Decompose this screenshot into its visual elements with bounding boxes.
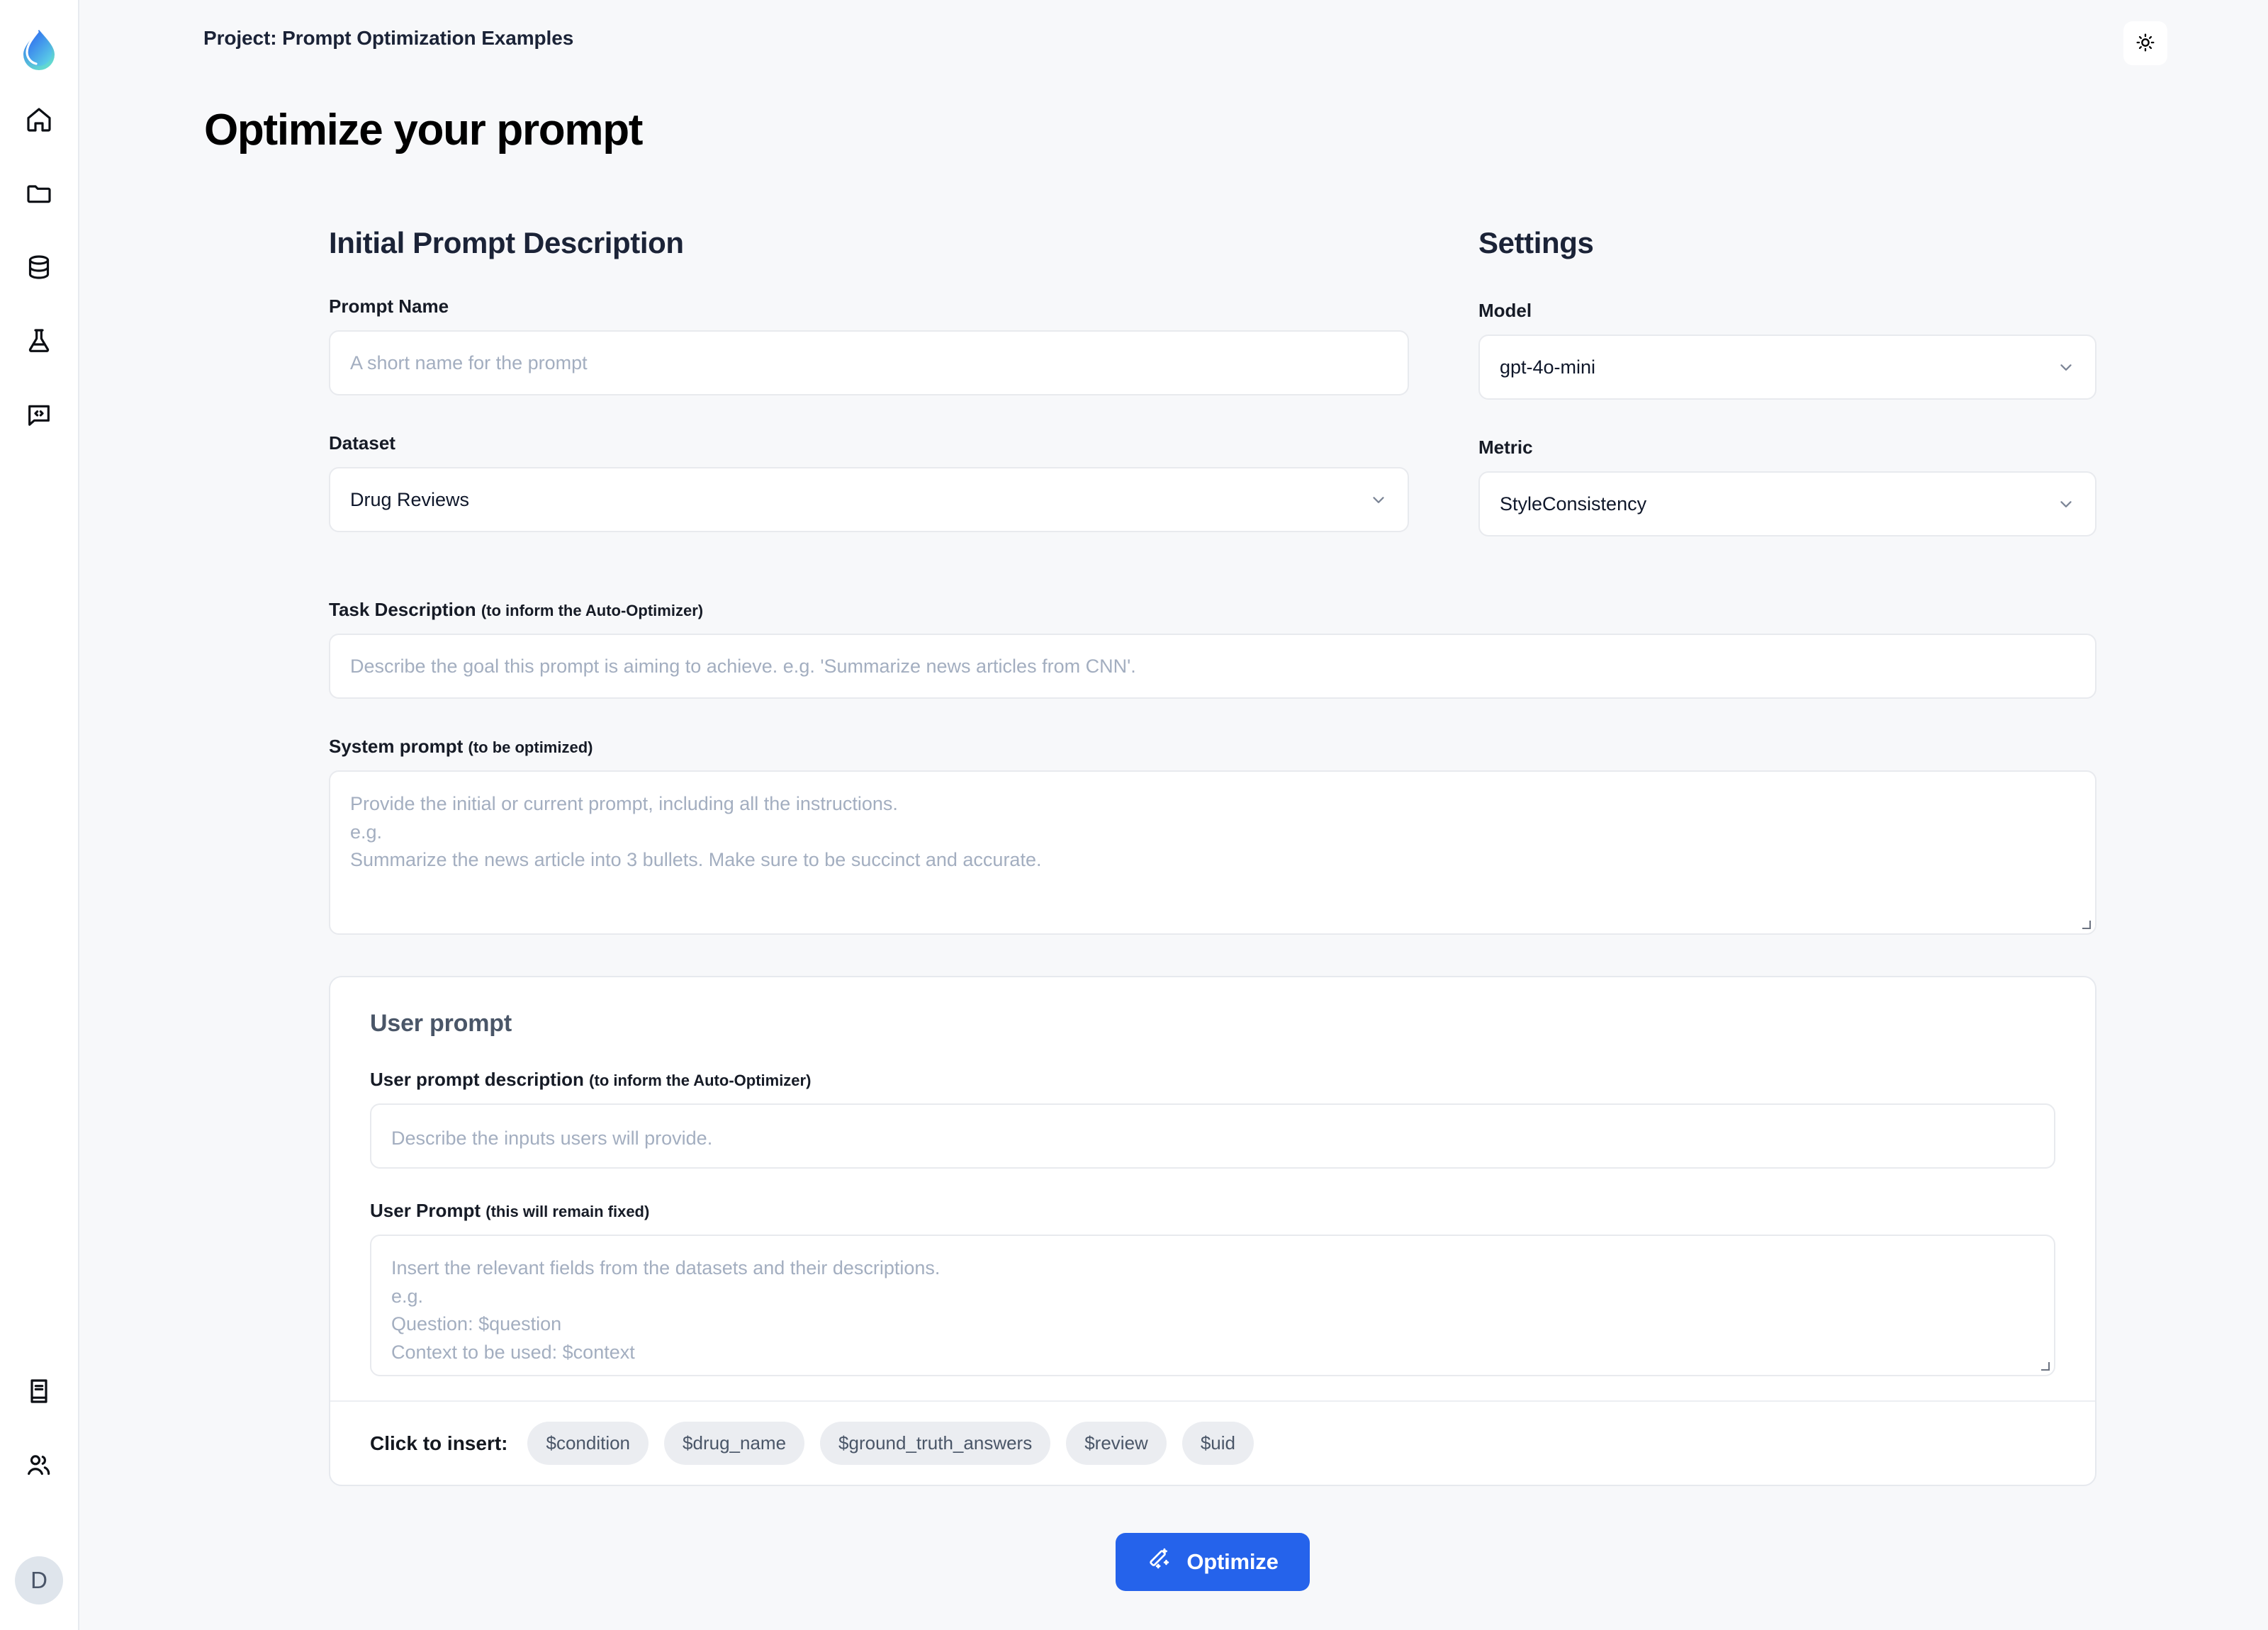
insert-chip-review[interactable]: $review — [1066, 1422, 1167, 1465]
sidebar-item-home[interactable] — [20, 101, 58, 139]
task-description-label-text: Task Description — [329, 599, 476, 620]
theme-toggle-button[interactable] — [2123, 21, 2167, 65]
sidebar-item-docs[interactable] — [20, 1372, 58, 1410]
settings-column: Settings Model gpt-4o-mini Metric StyleC… — [1478, 226, 2096, 536]
metric-label: Metric — [1478, 437, 1533, 458]
page-title: Optimize your prompt — [204, 106, 643, 154]
page-breadcrumb-project: Project: Prompt Optimization Examples — [203, 27, 574, 49]
resize-handle-icon[interactable] — [2040, 1361, 2050, 1371]
user-prompt-field: User Prompt (this will remain fixed) Ins… — [370, 1200, 2055, 1376]
chevron-down-icon — [2057, 358, 2075, 376]
app-root: D Project: Prompt Optimization Examples … — [0, 0, 2268, 1630]
topbar: Project: Prompt Optimization Examples — [79, 0, 2268, 65]
sidebar-item-team[interactable] — [20, 1446, 58, 1484]
sidebar-item-prompts[interactable] — [20, 395, 58, 434]
user-prompt-description-label: User prompt description (to inform the A… — [370, 1069, 2055, 1091]
insert-chip-uid[interactable]: $uid — [1181, 1422, 1254, 1465]
chevron-down-icon — [1369, 490, 1388, 509]
main-content: Project: Prompt Optimization Examples Op… — [79, 0, 2268, 1630]
sidebar-nav-bottom: D — [15, 1372, 63, 1604]
user-prompt-description-input[interactable]: Describe the inputs users will provide. — [370, 1103, 2055, 1169]
prompt-name-field: Prompt Name A short name for the prompt — [329, 296, 1409, 395]
user-prompt-card-title: User prompt — [370, 1010, 512, 1037]
dataset-value: Drug Reviews — [350, 488, 470, 510]
user-prompt-description-label-text: User prompt description — [370, 1069, 584, 1090]
initial-prompt-section-title: Initial Prompt Description — [329, 226, 684, 259]
system-prompt-label-hint: (to be optimized) — [468, 738, 593, 756]
sidebar-nav-top — [20, 101, 58, 434]
user-prompt-label-text: User Prompt — [370, 1200, 481, 1221]
dataset-field: Dataset Drug Reviews — [329, 432, 1409, 532]
sidebar-item-datasets[interactable] — [20, 248, 58, 286]
system-prompt-label: System prompt (to be optimized) — [329, 736, 2096, 758]
metric-value: StyleConsistency — [1500, 493, 1647, 515]
insert-variables-bar: Click to insert: $condition $drug_name $… — [330, 1400, 2095, 1485]
dataset-select[interactable]: Drug Reviews — [329, 467, 1409, 532]
insert-chip-drug-name[interactable]: $drug_name — [664, 1422, 805, 1465]
model-value: gpt-4o-mini — [1500, 356, 1596, 378]
insert-variables-label: Click to insert: — [370, 1432, 508, 1454]
prompt-name-label: Prompt Name — [329, 296, 449, 317]
initial-prompt-column: Initial Prompt Description Prompt Name A… — [329, 226, 1409, 532]
task-description-input[interactable]: Describe the goal this prompt is aiming … — [329, 634, 2096, 699]
prompt-code-icon — [25, 400, 53, 429]
droplet-logo[interactable] — [16, 26, 62, 71]
user-prompt-description-label-hint: (to inform the Auto-Optimizer) — [589, 1072, 812, 1089]
settings-section-title: Settings — [1478, 226, 1594, 259]
system-prompt-placeholder: Provide the initial or current prompt, i… — [350, 793, 1042, 871]
form-content: Initial Prompt Description Prompt Name A… — [329, 155, 2096, 1630]
magic-wand-icon — [1147, 1547, 1171, 1577]
sidebar-item-experiments[interactable] — [20, 322, 58, 360]
user-prompt-label: User Prompt (this will remain fixed) — [370, 1200, 2055, 1222]
model-select[interactable]: gpt-4o-mini — [1478, 335, 2096, 400]
insert-chip-ground-truth-answers[interactable]: $ground_truth_answers — [820, 1422, 1051, 1465]
resize-handle-icon[interactable] — [2081, 920, 2091, 930]
user-prompt-card: User prompt User prompt description (to … — [329, 976, 2096, 1486]
chevron-down-icon — [2057, 495, 2075, 513]
dataset-label: Dataset — [329, 432, 395, 454]
user-prompt-placeholder: Insert the relevant fields from the data… — [391, 1257, 941, 1364]
user-prompt-card-body: User prompt description (to inform the A… — [350, 1069, 2075, 1376]
user-prompt-textarea[interactable]: Insert the relevant fields from the data… — [370, 1235, 2055, 1376]
database-icon — [25, 253, 53, 281]
folder-icon — [25, 179, 53, 208]
model-field: Model gpt-4o-mini — [1478, 300, 2096, 400]
insert-chip-condition[interactable]: $condition — [527, 1422, 649, 1465]
user-prompt-description-field: User prompt description (to inform the A… — [370, 1069, 2055, 1169]
optimize-button[interactable]: Optimize — [1116, 1533, 1310, 1591]
prompt-name-input[interactable]: A short name for the prompt — [329, 330, 1409, 395]
actions-row: Optimize — [329, 1533, 2096, 1630]
sun-icon — [2135, 33, 2155, 55]
flask-icon — [25, 327, 53, 355]
model-label: Model — [1478, 300, 1532, 321]
prompt-name-placeholder: A short name for the prompt — [350, 352, 588, 373]
metric-select[interactable]: StyleConsistency — [1478, 471, 2096, 536]
task-description-label-hint: (to inform the Auto-Optimizer) — [481, 602, 704, 619]
two-column-row: Initial Prompt Description Prompt Name A… — [329, 226, 2096, 536]
users-icon — [25, 1451, 53, 1479]
system-prompt-field: System prompt (to be optimized) Provide … — [329, 736, 2096, 935]
user-prompt-description-placeholder: Describe the inputs users will provide. — [391, 1128, 713, 1149]
system-prompt-label-text: System prompt — [329, 736, 464, 757]
task-description-field: Task Description (to inform the Auto-Opt… — [329, 599, 2096, 699]
book-icon — [25, 1377, 53, 1405]
user-prompt-label-hint: (this will remain fixed) — [485, 1203, 650, 1220]
system-prompt-textarea[interactable]: Provide the initial or current prompt, i… — [329, 770, 2096, 935]
avatar[interactable]: D — [15, 1556, 63, 1604]
optimize-button-label: Optimize — [1186, 1549, 1279, 1574]
sidebar-item-projects[interactable] — [20, 174, 58, 213]
metric-field: Metric StyleConsistency — [1478, 437, 2096, 536]
sidebar: D — [0, 0, 79, 1630]
task-description-placeholder: Describe the goal this prompt is aiming … — [350, 655, 1136, 677]
task-description-label: Task Description (to inform the Auto-Opt… — [329, 599, 2096, 621]
home-icon — [25, 106, 53, 134]
